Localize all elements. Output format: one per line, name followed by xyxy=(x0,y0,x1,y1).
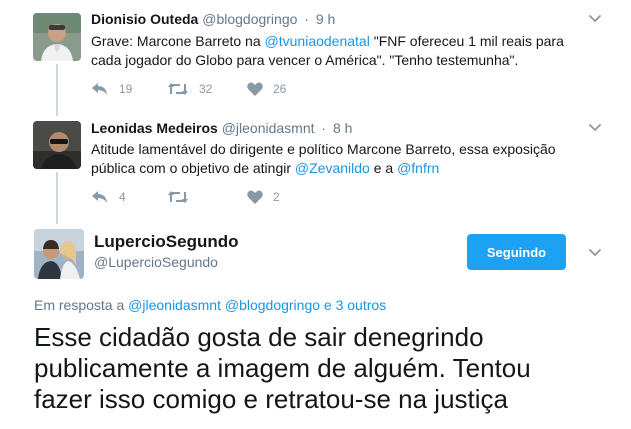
separator-dot: · xyxy=(304,11,309,27)
retweet-icon xyxy=(168,191,188,203)
chevron-down-icon[interactable] xyxy=(587,244,603,260)
chevron-down-icon[interactable] xyxy=(587,119,603,135)
author-handle[interactable]: @blogdogringo xyxy=(202,11,297,27)
reply-count: 4 xyxy=(119,190,126,204)
reply-icon xyxy=(92,191,107,203)
main-tweet-text: Esse cidadão gosta de sair denegrindo pu… xyxy=(34,322,531,414)
reply-prefix: Em resposta a xyxy=(34,297,129,313)
reply-button[interactable]: 4 xyxy=(91,190,133,204)
retweet-button[interactable]: 32 xyxy=(167,82,213,96)
author-handle[interactable]: @LupercioSegundo xyxy=(94,254,218,270)
text-segment: e a xyxy=(369,160,398,176)
tweet-header: Dionisio Outeda @blogdogringo · 9 h xyxy=(91,11,335,27)
like-button[interactable]: 26 xyxy=(247,82,287,96)
retweet-count: 32 xyxy=(199,82,213,96)
reply-count: 19 xyxy=(119,82,133,96)
mention-link[interactable]: @tvuniaodenatal xyxy=(265,33,370,49)
tweet-text: Grave: Marcone Barreto na @tvuniaodenata… xyxy=(91,32,591,70)
tweet-actions: 19 32 26 xyxy=(91,82,321,96)
tweet-text: Atitude lamentável do dirigente e políti… xyxy=(91,140,591,178)
tweet-actions: 4 2 xyxy=(91,190,321,204)
timestamp[interactable]: 9 h xyxy=(316,11,335,27)
retweet-button[interactable] xyxy=(167,190,213,204)
mention-link[interactable]: @fnfrn xyxy=(397,160,439,176)
like-count: 26 xyxy=(273,82,287,96)
reply-others-link[interactable]: e 3 outros xyxy=(320,297,386,313)
author-name[interactable]: LupercioSegundo xyxy=(94,232,239,252)
like-button[interactable]: 2 xyxy=(247,190,287,204)
author-handle[interactable]: @jleonidasmnt xyxy=(222,120,315,136)
separator-dot: · xyxy=(321,120,327,136)
heart-icon xyxy=(247,190,263,204)
reply-button[interactable]: 19 xyxy=(91,82,133,96)
reply-context: Em resposta a @jleonidasmnt @blogdogring… xyxy=(34,297,386,313)
text-segment: Grave: Marcone Barreto na xyxy=(91,33,265,49)
avatar[interactable] xyxy=(34,229,84,279)
chevron-down-icon[interactable] xyxy=(587,10,603,26)
reply-icon xyxy=(92,83,107,95)
tweet-leonidas[interactable]: Leonidas Medeiros @jleonidasmnt · 8 h At… xyxy=(0,110,631,220)
author-name[interactable]: Dionisio Outeda xyxy=(91,11,198,27)
reply-mentions-link[interactable]: @jleonidasmnt @blogdogringo xyxy=(128,297,320,313)
mention-link[interactable]: @Zevanildo xyxy=(295,160,370,176)
heart-icon xyxy=(247,82,263,96)
avatar[interactable] xyxy=(33,13,81,61)
tweet-dionisio[interactable]: Dionisio Outeda @blogdogringo · 9 h Grav… xyxy=(0,0,631,110)
retweet-icon xyxy=(168,83,188,95)
tweet-header: Leonidas Medeiros @jleonidasmnt · 8 h xyxy=(91,120,352,136)
author-name[interactable]: Leonidas Medeiros xyxy=(91,120,218,136)
following-button[interactable]: Seguindo xyxy=(467,234,566,270)
avatar[interactable] xyxy=(33,121,81,169)
like-count: 2 xyxy=(273,190,280,204)
timestamp[interactable]: 8 h xyxy=(333,120,352,136)
